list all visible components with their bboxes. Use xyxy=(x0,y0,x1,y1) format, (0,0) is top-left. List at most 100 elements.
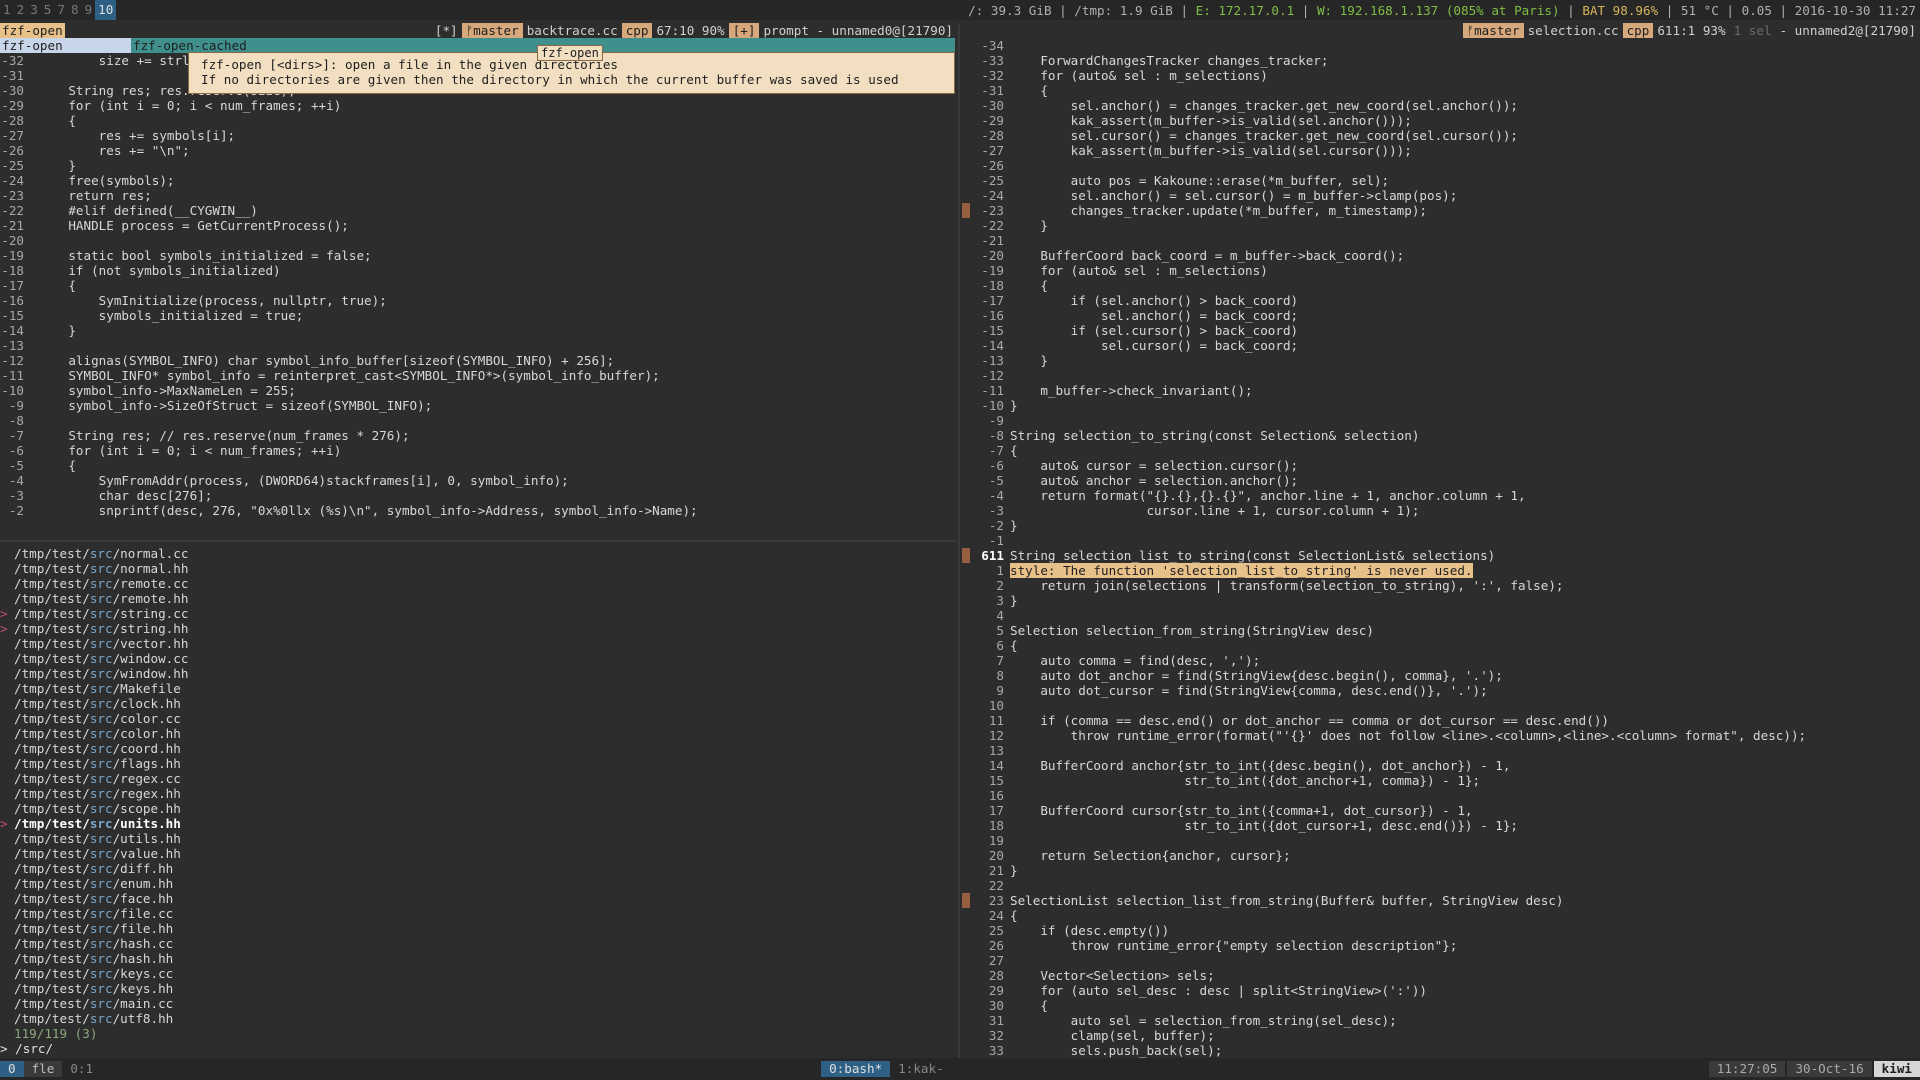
fzf-result-item[interactable]: /tmp/test/src/file.hh xyxy=(0,921,957,936)
ethernet-status: E: 172.17.0.1 xyxy=(1195,2,1295,18)
line-number: -18 xyxy=(981,278,1004,293)
fzf-result-item[interactable]: > /tmp/test/src/string.cc xyxy=(0,606,957,621)
selection-marker xyxy=(0,876,14,891)
gutter xyxy=(30,413,38,428)
fzf-result-item[interactable]: /tmp/test/src/vector.hh xyxy=(0,636,957,651)
fzf-result-item[interactable]: /tmp/test/src/color.cc xyxy=(0,711,957,726)
workspace-button[interactable]: 7 xyxy=(54,0,68,20)
fzf-result-item[interactable]: /tmp/test/src/regex.cc xyxy=(0,771,957,786)
fzf-result-item[interactable]: /tmp/test/src/value.hh xyxy=(0,846,957,861)
line-number: -30 xyxy=(981,98,1004,113)
line-number: 16 xyxy=(988,788,1004,803)
workspace-button[interactable]: 1 xyxy=(0,0,14,20)
gutter xyxy=(30,98,38,113)
code-text: BufferCoord back_coord = m_buffer->back_… xyxy=(1010,248,1405,263)
fzf-result-item[interactable]: /tmp/test/src/window.hh xyxy=(0,666,957,681)
line-number: 611 xyxy=(981,548,1004,563)
code-line: -15 if (sel.cursor() > back_coord) xyxy=(962,323,1920,338)
fzf-result-item[interactable]: /tmp/test/src/utf8.hh xyxy=(0,1011,957,1026)
line-number: 22 xyxy=(988,878,1004,893)
fzf-result-item[interactable]: /tmp/test/src/enum.hh xyxy=(0,876,957,891)
line-number: -4 xyxy=(8,473,24,488)
fzf-result-item[interactable]: /tmp/test/src/regex.hh xyxy=(0,786,957,801)
client-name: prompt - unnamed0@[21790] xyxy=(763,23,953,38)
path-prefix: /tmp/test/ xyxy=(14,1011,90,1026)
fzf-result-item[interactable]: /tmp/test/src/main.cc xyxy=(0,996,957,1011)
code-line: -4 SymFromAddr(process, (DWORD64)stackfr… xyxy=(0,473,957,488)
gutter xyxy=(962,668,970,683)
fzf-result-item[interactable]: /tmp/test/src/coord.hh xyxy=(0,741,957,756)
line-number: 3 xyxy=(996,593,1004,608)
workspace-button[interactable]: 3 xyxy=(27,0,41,20)
line-number: -10 xyxy=(1,383,24,398)
workspace-button[interactable]: 9 xyxy=(82,0,96,20)
match-highlight: src xyxy=(89,711,113,726)
fzf-result-item[interactable]: /tmp/test/src/keys.hh xyxy=(0,981,957,996)
line-number: 1 xyxy=(996,563,1004,578)
fzf-result-item[interactable]: /tmp/test/src/file.cc xyxy=(0,906,957,921)
workspace-button[interactable]: 10 xyxy=(95,0,117,20)
match-highlight: src xyxy=(89,861,113,876)
tmux-window[interactable]: 1:kak- xyxy=(890,1061,952,1077)
tmp-disk: /tmp: 1.9 GiB xyxy=(1074,2,1173,18)
left-code-view[interactable]: -33 for (int i = 0; i < num_frames; ++i)… xyxy=(0,38,957,518)
code-line: -24 sel.anchor() = sel.cursor() = m_buff… xyxy=(962,188,1920,203)
fzf-result-item[interactable]: /tmp/test/src/keys.cc xyxy=(0,966,957,981)
workspace-button[interactable]: 2 xyxy=(14,0,28,20)
left-editor-pane[interactable]: fzf-open [*] ᚠmaster backtrace.cc cpp 67… xyxy=(0,23,957,535)
fzf-result-item[interactable]: /tmp/test/src/hash.hh xyxy=(0,951,957,966)
workspace-button[interactable]: 5 xyxy=(41,0,55,20)
fzf-result-item[interactable]: /tmp/test/src/diff.hh xyxy=(0,861,957,876)
code-line: -19 for (auto& sel : m_selections) xyxy=(962,263,1920,278)
code-line: -11 SYMBOL_INFO* symbol_info = reinterpr… xyxy=(0,368,957,383)
selection-marker xyxy=(0,756,14,771)
line-number: -4 xyxy=(988,488,1004,503)
code-line: -12 alignas(SYMBOL_INFO) char symbol_inf… xyxy=(0,353,957,368)
code-line: -6 for (int i = 0; i < num_frames; ++i) xyxy=(0,443,957,458)
file-name: /normal.hh xyxy=(112,561,189,576)
file-name: /main.cc xyxy=(112,996,174,1011)
gutter xyxy=(962,98,970,113)
lint-message: style: The function 'selection_list_to_s… xyxy=(1010,563,1473,578)
code-line: -11 m_buffer->check_invariant(); xyxy=(962,383,1920,398)
buffer-name: selection.cc xyxy=(1527,23,1619,38)
fzf-result-item[interactable]: /tmp/test/src/scope.hh xyxy=(0,801,957,816)
fzf-result-item[interactable]: /tmp/test/src/remote.cc xyxy=(0,576,957,591)
fzf-result-item[interactable]: /tmp/test/src/clock.hh xyxy=(0,696,957,711)
workspace-button[interactable]: 8 xyxy=(68,0,82,20)
tmux-session[interactable]: 0 xyxy=(0,1061,24,1077)
line-number: -3 xyxy=(988,503,1004,518)
code-line: 23 SelectionList selection_list_from_stri… xyxy=(962,893,1920,908)
right-editor-pane[interactable]: ᚠmaster selection.cc cpp 611:1 93% 1 sel… xyxy=(962,23,1920,1058)
fzf-result-item[interactable]: /tmp/test/src/utils.hh xyxy=(0,831,957,846)
selection-marker xyxy=(0,921,14,936)
match-highlight: src xyxy=(89,681,113,696)
tmux-window-active[interactable]: 0:bash* xyxy=(821,1061,891,1077)
fzf-result-item[interactable]: > /tmp/test/src/string.hh xyxy=(0,621,957,636)
fzf-file-list[interactable]: /tmp/test/src/normal.cc/tmp/test/src/nor… xyxy=(0,546,957,1026)
right-code-view[interactable]: -34 -33 ForwardChangesTracker changes_tra… xyxy=(962,38,1920,1058)
fzf-result-item[interactable]: /tmp/test/src/window.cc xyxy=(0,651,957,666)
fzf-result-item[interactable]: > /tmp/test/src/units.hh xyxy=(0,816,957,831)
gutter xyxy=(962,1043,970,1058)
fzf-result-item[interactable]: /tmp/test/src/color.hh xyxy=(0,726,957,741)
file-name: /string.hh xyxy=(112,621,189,636)
fzf-result-item[interactable]: /tmp/test/src/face.hh xyxy=(0,891,957,906)
fzf-result-item[interactable]: /tmp/test/src/Makefile xyxy=(0,681,957,696)
fzf-query-input[interactable]: > /src/ xyxy=(0,1041,957,1056)
match-highlight: src xyxy=(89,921,113,936)
file-name: /color.hh xyxy=(112,726,181,741)
fzf-result-item[interactable]: /tmp/test/src/flags.hh xyxy=(0,756,957,771)
fzf-result-item[interactable]: /tmp/test/src/normal.cc xyxy=(0,546,957,561)
code-line: 10 xyxy=(962,698,1920,713)
selection-marker xyxy=(0,561,14,576)
fzf-result-item[interactable]: /tmp/test/src/remote.hh xyxy=(0,591,957,606)
completion-item-selected[interactable]: fzf-open xyxy=(0,38,131,53)
code-text: auto dot_anchor = find(StringView{desc.b… xyxy=(1010,668,1503,683)
code-text: } xyxy=(1010,593,1018,608)
code-line: -17 if (sel.anchor() > back_coord) xyxy=(962,293,1920,308)
fzf-pane[interactable]: /tmp/test/src/normal.cc/tmp/test/src/nor… xyxy=(0,546,957,1058)
fzf-result-item[interactable]: /tmp/test/src/normal.hh xyxy=(0,561,957,576)
file-name: /hash.cc xyxy=(112,936,174,951)
fzf-result-item[interactable]: /tmp/test/src/hash.cc xyxy=(0,936,957,951)
